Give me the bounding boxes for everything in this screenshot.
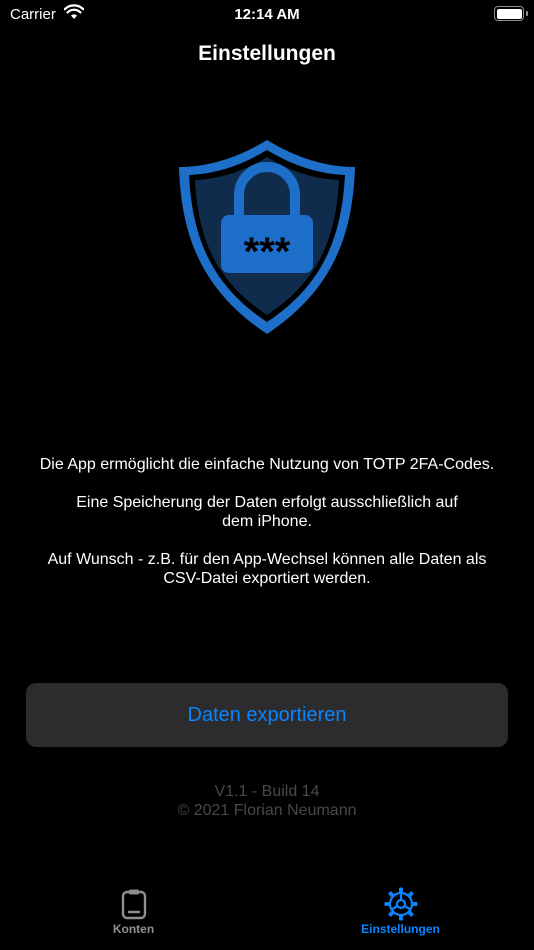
battery-icon — [494, 6, 524, 21]
app-description: Die App ermöglicht die einfache Nutzung … — [20, 455, 514, 607]
description-line-1: Die App ermöglicht die einfache Nutzung … — [39, 456, 495, 473]
shield-lock-icon: *** — [176, 137, 358, 337]
password-mask-text: *** — [244, 230, 291, 274]
clipboard-icon — [120, 886, 148, 922]
export-data-button[interactable]: Daten exportieren — [26, 683, 508, 747]
tab-konten[interactable]: Konten — [0, 880, 267, 950]
status-time: 12:14 AM — [234, 6, 300, 23]
description-line-3: Auf Wunsch - z.B. für den App-Wechsel kö… — [47, 551, 487, 587]
status-bar: Carrier 12:14 AM — [0, 0, 534, 30]
version-build: V1.1 - Build 14 — [214, 783, 320, 800]
page-title: Einstellungen — [198, 42, 336, 65]
copyright-text: © 2021 Florian Neumann — [177, 802, 357, 819]
version-info: V1.1 - Build 14 © 2021 Florian Neumann — [0, 782, 534, 820]
battery-fill — [496, 8, 522, 19]
description-line-2: Eine Speicherung der Daten erfolgt aussc… — [76, 494, 458, 530]
tab-konten-label: Konten — [112, 922, 155, 936]
tab-bar: Konten Einstellungen — [0, 880, 534, 950]
battery-cap — [526, 11, 528, 16]
tab-einstellungen[interactable]: Einstellungen — [267, 880, 534, 950]
gear-icon — [384, 886, 418, 922]
tab-einstellungen-label: Einstellungen — [361, 922, 440, 936]
